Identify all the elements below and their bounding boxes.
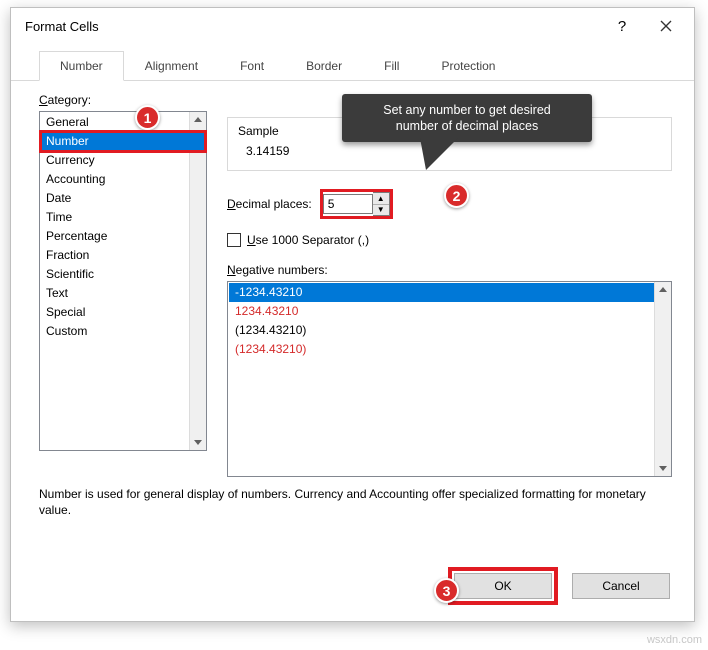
decimal-places-input[interactable] <box>323 194 373 214</box>
spinner-down[interactable]: ▼ <box>373 205 389 216</box>
callout-tooltip: Set any number to get desired number of … <box>342 94 592 142</box>
tab-strip: Number Alignment Font Border Fill Protec… <box>11 44 694 81</box>
category-text[interactable]: Text <box>41 284 205 303</box>
tab-fill[interactable]: Fill <box>363 51 420 81</box>
neg-item-1[interactable]: 1234.43210 <box>229 302 670 321</box>
category-accounting[interactable]: Accounting <box>41 170 205 189</box>
category-currency[interactable]: Currency <box>41 151 205 170</box>
sample-label: Sample <box>238 124 279 138</box>
thousands-separator-checkbox[interactable] <box>227 233 241 247</box>
tab-border[interactable]: Border <box>285 51 363 81</box>
callout-badge-1: 1 <box>135 105 160 130</box>
decimal-places-spinner: ▲ ▼ <box>320 189 393 219</box>
thousands-separator-label: Use 1000 Separator (,) <box>247 233 369 247</box>
neg-item-0[interactable]: -1234.43210 <box>229 283 670 302</box>
tab-font[interactable]: Font <box>219 51 285 81</box>
dialog-title: Format Cells <box>25 19 600 34</box>
category-scientific[interactable]: Scientific <box>41 265 205 284</box>
format-cells-dialog: Format Cells ? Number Alignment Font Bor… <box>10 7 695 622</box>
tooltip-tail-icon <box>420 138 458 170</box>
tab-protection[interactable]: Protection <box>420 51 516 81</box>
category-fraction[interactable]: Fraction <box>41 246 205 265</box>
category-percentage[interactable]: Percentage <box>41 227 205 246</box>
callout-badge-3: 3 <box>434 578 459 603</box>
tab-alignment[interactable]: Alignment <box>124 51 219 81</box>
negative-numbers-listbox[interactable]: -1234.43210 1234.43210 (1234.43210) (123… <box>227 281 672 477</box>
help-button[interactable]: ? <box>600 11 644 41</box>
category-scrollbar[interactable] <box>189 112 206 450</box>
category-custom[interactable]: Custom <box>41 322 205 341</box>
tab-number[interactable]: Number <box>39 51 124 81</box>
category-number[interactable]: Number <box>41 132 205 151</box>
category-listbox[interactable]: General Number Currency Accounting Date … <box>39 111 207 451</box>
dialog-buttons: OK Cancel <box>448 567 670 605</box>
callout-badge-2: 2 <box>444 183 469 208</box>
neg-item-3[interactable]: (1234.43210) <box>229 340 670 359</box>
category-general[interactable]: General <box>41 113 205 132</box>
titlebar: Format Cells ? <box>11 8 694 44</box>
spinner-buttons: ▲ ▼ <box>373 192 390 216</box>
ok-button[interactable]: OK <box>454 573 552 599</box>
thousands-separator-row: Use 1000 Separator (,) <box>227 233 672 247</box>
close-button[interactable] <box>644 11 688 41</box>
decimal-places-label: Decimal places: <box>227 197 312 211</box>
ok-highlight: OK <box>448 567 558 605</box>
neg-scrollbar[interactable] <box>654 282 671 476</box>
category-description: Number is used for general display of nu… <box>39 486 670 518</box>
close-icon <box>660 20 672 32</box>
watermark: wsxdn.com <box>647 634 702 646</box>
neg-item-2[interactable]: (1234.43210) <box>229 321 670 340</box>
negative-numbers-label: Negative numbers: <box>227 263 672 277</box>
cancel-button[interactable]: Cancel <box>572 573 670 599</box>
category-date[interactable]: Date <box>41 189 205 208</box>
category-special[interactable]: Special <box>41 303 205 322</box>
category-time[interactable]: Time <box>41 208 205 227</box>
spinner-up[interactable]: ▲ <box>373 193 389 205</box>
